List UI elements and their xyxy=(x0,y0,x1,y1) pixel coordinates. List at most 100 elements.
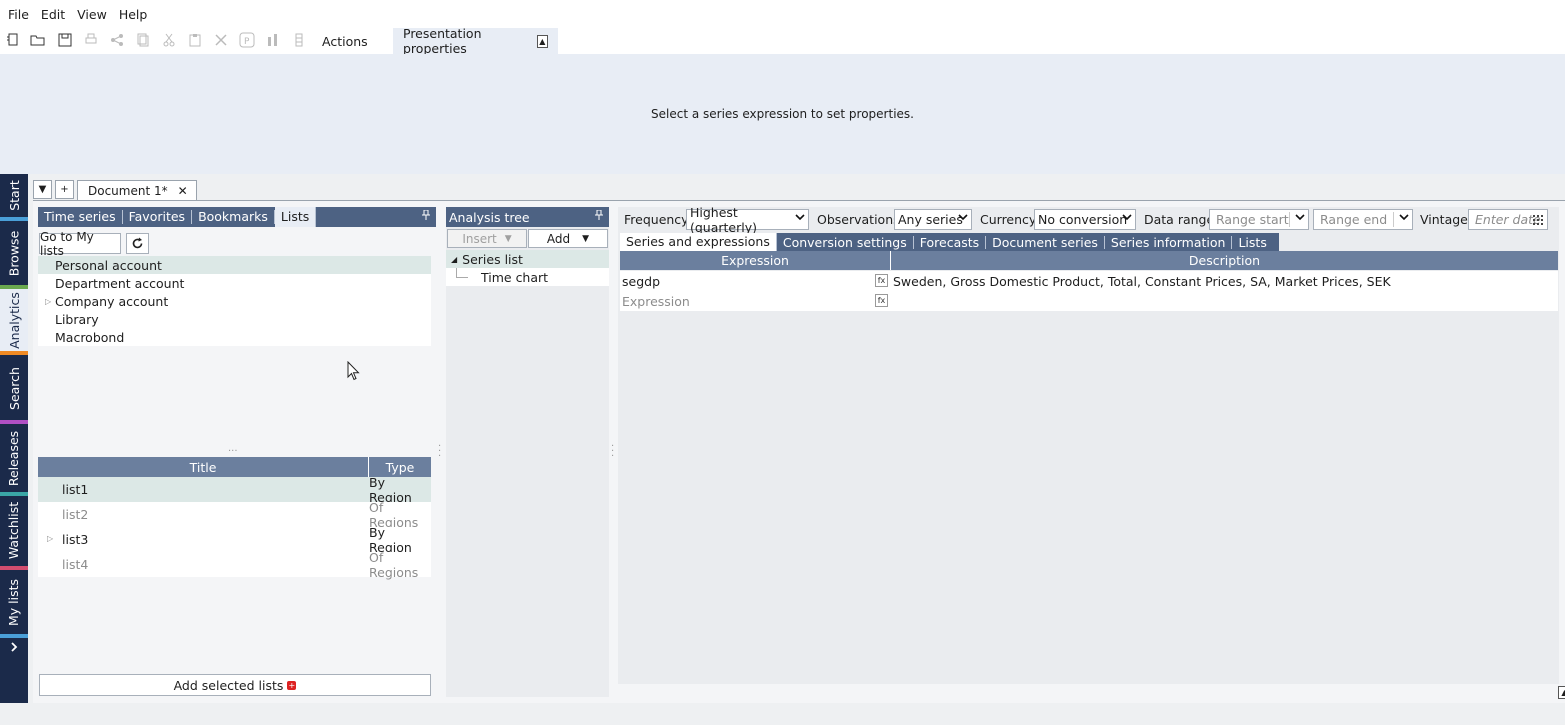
tree-item-label: Series list xyxy=(462,251,523,267)
tree-item-company-account[interactable]: ▷ Company account xyxy=(38,292,431,310)
new-document-icon[interactable] xyxy=(3,31,23,49)
nav-start[interactable]: Start xyxy=(0,174,28,216)
new-expression-row[interactable]: Expression fx xyxy=(620,291,1558,311)
menu-view[interactable]: View xyxy=(71,7,113,22)
expand-arrow-icon[interactable]: ▷ xyxy=(45,297,51,306)
currency-select[interactable]: No conversion xyxy=(1034,209,1136,230)
nav-releases[interactable]: Releases xyxy=(0,425,28,491)
tree-item-department-account[interactable]: Department account xyxy=(38,274,431,292)
menu-file[interactable]: File xyxy=(2,7,35,22)
vertical-splitter[interactable]: · · · xyxy=(611,442,614,462)
presentation-icon: P xyxy=(237,31,257,49)
nav-search[interactable]: Search xyxy=(0,357,28,419)
delete-icon xyxy=(211,31,231,49)
expand-arrow-icon[interactable]: ▷ xyxy=(47,534,53,543)
expand-panel-icon[interactable]: ▲ xyxy=(1558,686,1565,699)
expressions-table-header: Expression Description xyxy=(620,251,1558,270)
chevron-down-icon xyxy=(958,212,968,225)
tab-actions[interactable]: Actions xyxy=(312,28,378,54)
close-tab-icon[interactable]: ✕ xyxy=(178,184,188,198)
tab-conversion-settings[interactable]: Conversion settings xyxy=(777,235,914,249)
tree-item-label: Personal account xyxy=(55,257,162,273)
share-icon xyxy=(107,31,127,49)
insert-label: Insert xyxy=(462,231,497,246)
range-end-input[interactable]: Range end xyxy=(1313,209,1413,230)
chevron-down-icon[interactable] xyxy=(1399,212,1409,225)
range-end-placeholder: Range end xyxy=(1320,212,1388,227)
pin-icon[interactable] xyxy=(595,209,603,223)
tab-lists[interactable]: Lists xyxy=(1232,236,1272,249)
column-header-title[interactable]: Title xyxy=(38,457,369,477)
frequency-select[interactable]: Highest (quarterly) xyxy=(686,205,809,235)
document-tab[interactable]: Document 1* ✕ xyxy=(77,180,197,200)
lists-table: Title Type list1 By Region list2 Of Regi… xyxy=(38,457,431,580)
table-row[interactable]: list1 By Region xyxy=(38,475,431,505)
open-folder-icon[interactable] xyxy=(28,31,48,49)
table-row[interactable]: list4 Of Regions xyxy=(38,549,431,580)
print-icon xyxy=(81,31,101,49)
collapse-arrow-icon[interactable]: ◢ xyxy=(451,255,457,264)
horizontal-splitter[interactable]: ··· xyxy=(228,446,238,457)
refresh-icon[interactable] xyxy=(126,233,149,254)
tab-series-and-expressions[interactable]: Series and expressions xyxy=(620,233,777,251)
tree-item-series-list[interactable]: ◢ Series list xyxy=(446,250,609,268)
table-row[interactable]: ▷ list3 By Region xyxy=(38,525,431,555)
column-icon xyxy=(289,31,309,49)
nav-releases-label: Releases xyxy=(6,430,22,486)
tab-bookmarks[interactable]: Bookmarks xyxy=(192,210,275,224)
vertical-splitter[interactable]: · · · xyxy=(438,442,441,462)
nav-watchlist[interactable]: Watchlist xyxy=(0,496,28,564)
tree-item-time-chart[interactable]: Time chart xyxy=(446,268,609,286)
table-row[interactable]: list2 Of Regions xyxy=(38,499,431,530)
tree-item-library[interactable]: Library xyxy=(38,310,431,328)
column-header-description[interactable]: Description xyxy=(891,251,1558,270)
dropdown-arrow-icon: ▼ xyxy=(582,233,590,244)
tab-lists[interactable]: Lists xyxy=(274,207,317,227)
tree-item-personal-account[interactable]: Personal account xyxy=(38,256,431,274)
tab-forecasts[interactable]: Forecasts xyxy=(914,235,987,249)
function-fx-icon[interactable]: fx xyxy=(875,274,888,287)
add-selected-lists-button[interactable]: Add selected lists + xyxy=(39,674,431,696)
nav-search-label: Search xyxy=(6,366,22,410)
currency-label: Currency xyxy=(980,212,1037,227)
go-to-my-lists-button[interactable]: Go to My lists xyxy=(39,230,121,258)
row-type: Of Regions xyxy=(369,549,419,580)
vintage-date-input[interactable]: Enter date xyxy=(1468,209,1548,230)
function-fx-icon[interactable]: fx xyxy=(875,294,888,307)
row-type: Of Regions xyxy=(369,499,419,530)
nav-analytics-label: Analytics xyxy=(6,291,22,349)
add-dropdown-button[interactable]: Add ▼ xyxy=(528,229,608,248)
chevron-down-icon[interactable] xyxy=(1295,212,1305,225)
range-start-input[interactable]: Range start xyxy=(1209,209,1309,230)
tree-item-macrobond[interactable]: Macrobond xyxy=(38,328,431,346)
tab-presentation-properties[interactable]: Presentation properties ▲ xyxy=(393,26,558,56)
pin-icon[interactable] xyxy=(422,209,430,223)
tab-list-dropdown-icon[interactable]: ▼ xyxy=(33,180,52,199)
tab-series-information[interactable]: Series information xyxy=(1105,235,1233,249)
calendar-grid-icon[interactable] xyxy=(1533,213,1543,228)
browser-panel-header: Time series Favorites Bookmarks Lists xyxy=(38,207,436,227)
tab-time-series[interactable]: Time series xyxy=(38,210,123,224)
expand-chevron-icon[interactable] xyxy=(0,638,28,656)
menu-edit[interactable]: Edit xyxy=(35,7,71,22)
tab-favorites[interactable]: Favorites xyxy=(123,210,193,224)
data-range-label: Data range xyxy=(1144,212,1215,227)
column-header-expression[interactable]: Expression xyxy=(620,251,891,270)
nav-browse[interactable]: Browse xyxy=(0,222,28,284)
tree-item-label: Company account xyxy=(55,293,169,309)
add-label: Add xyxy=(546,231,571,246)
collapse-up-icon[interactable]: ▲ xyxy=(536,34,548,48)
expression-cell[interactable]: segdp xyxy=(620,274,891,289)
observations-select[interactable]: Any series xyxy=(894,209,972,230)
menu-help[interactable]: Help xyxy=(113,7,154,22)
new-expression-placeholder[interactable]: Expression xyxy=(620,294,891,309)
tab-document-series[interactable]: Document series xyxy=(986,235,1105,249)
presentation-properties-panel: Select a series expression to set proper… xyxy=(0,54,1565,174)
table-row[interactable]: segdp fx Sweden, Gross Domestic Product,… xyxy=(620,271,1558,291)
analysis-tree-body xyxy=(446,227,609,697)
nav-separator xyxy=(0,217,28,221)
new-tab-plus-icon[interactable]: + xyxy=(55,180,74,199)
nav-my-lists[interactable]: My lists xyxy=(0,571,28,633)
save-icon[interactable] xyxy=(55,31,75,49)
nav-analytics[interactable]: Analytics xyxy=(0,289,28,351)
